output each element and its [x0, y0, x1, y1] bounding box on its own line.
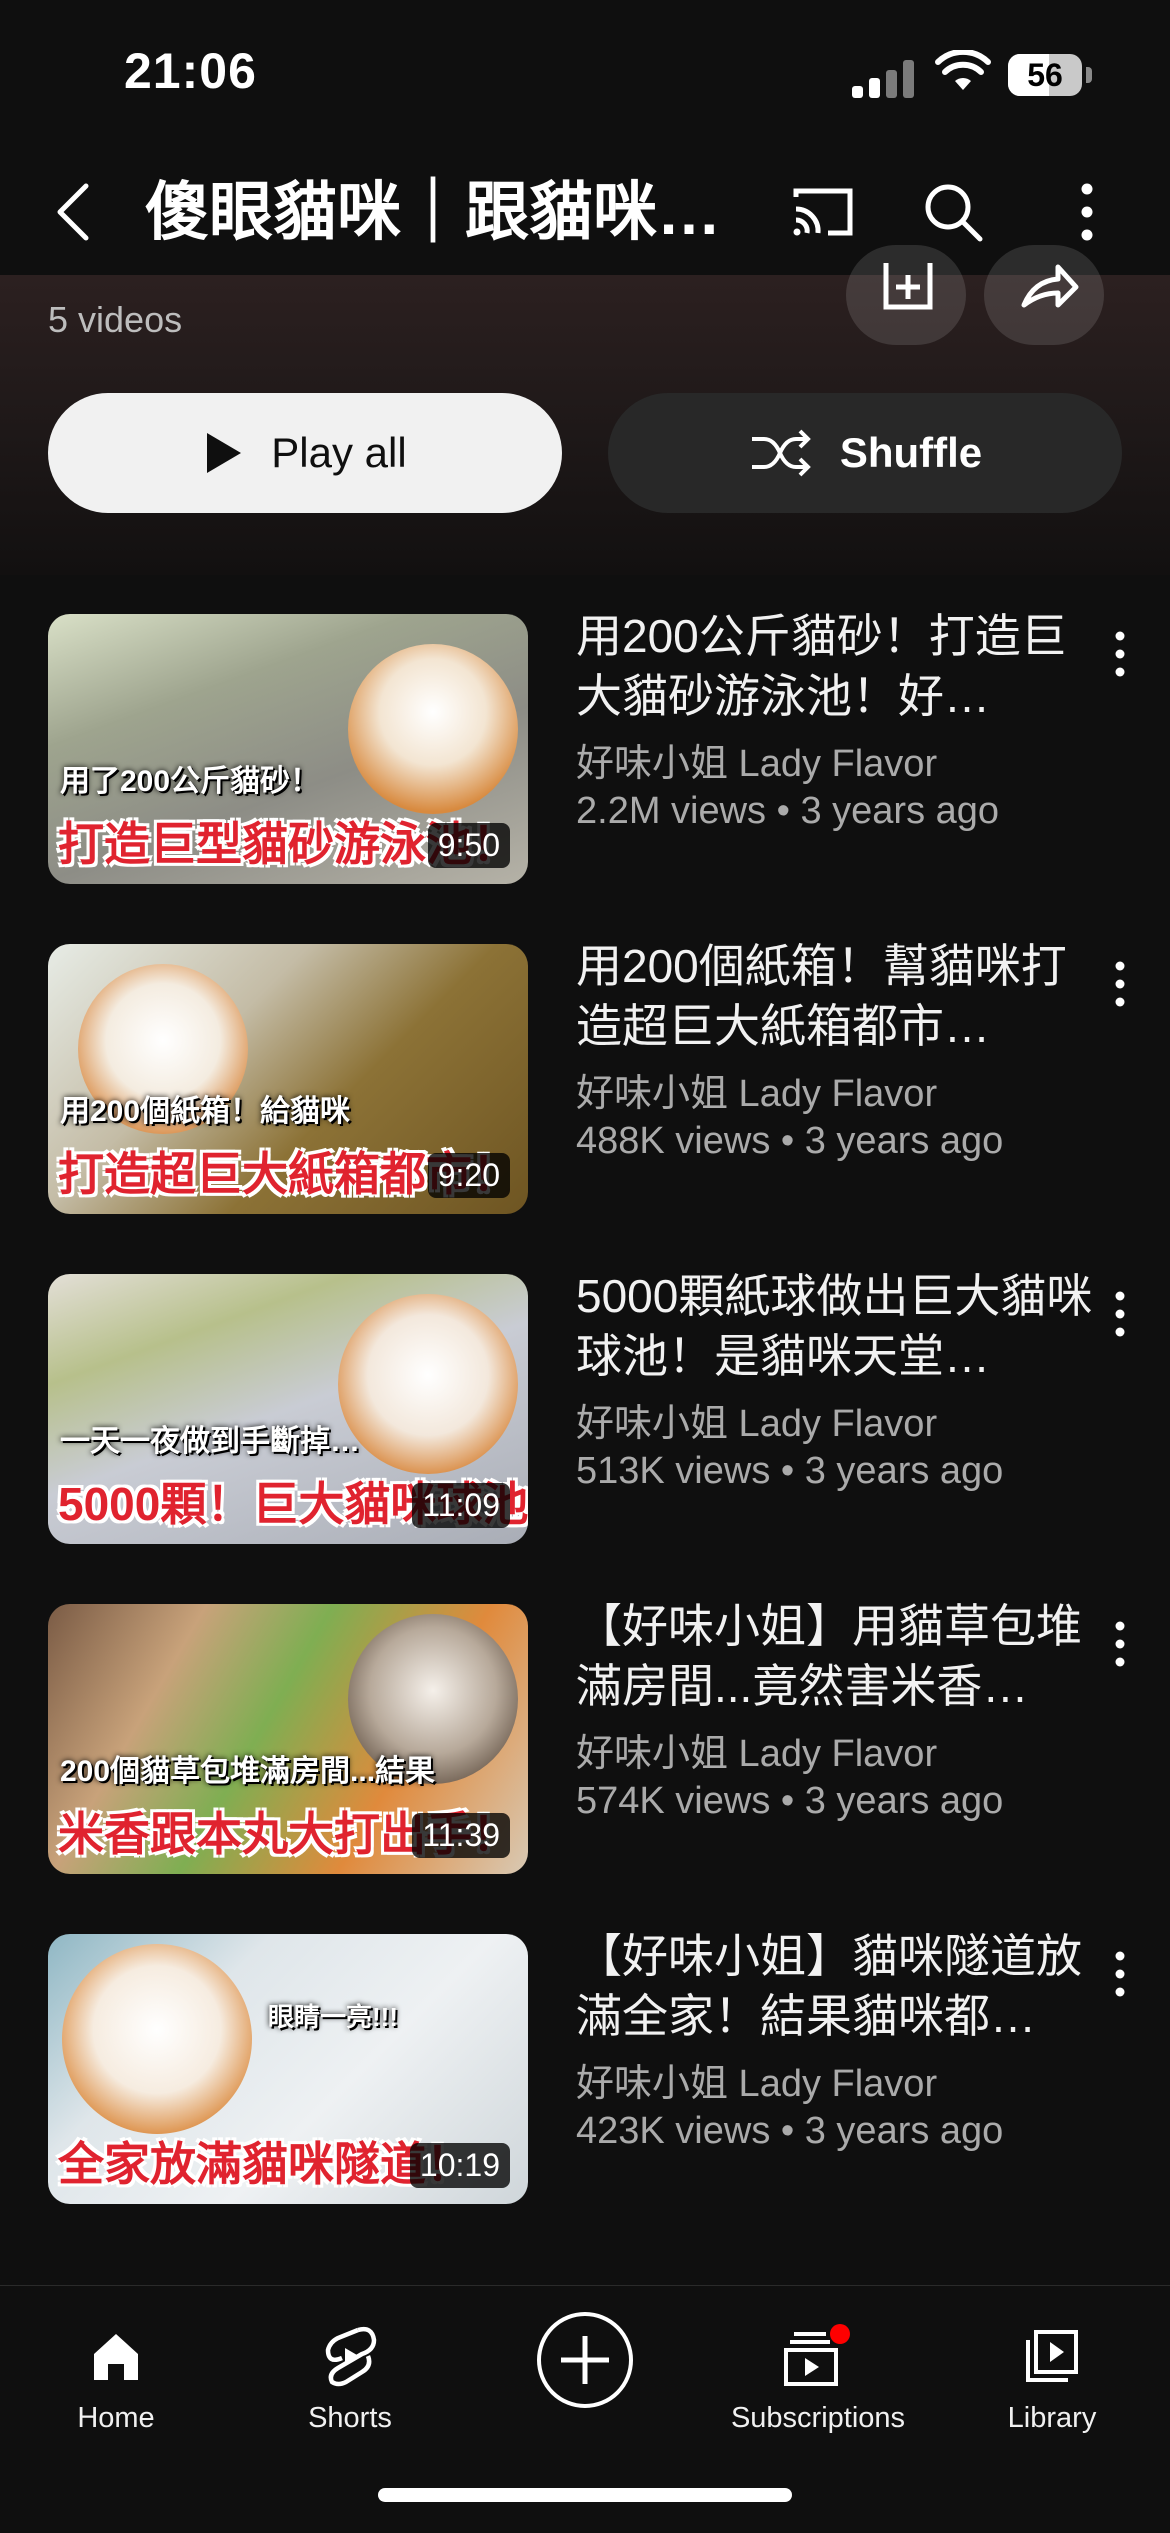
play-all-button[interactable]: Play all: [48, 393, 562, 513]
video-row[interactable]: 一天一夜做到手斷掉… 5000顆！巨大貓咪球池！ 11:09 5000顆紙球做出…: [0, 1270, 1170, 1544]
video-duration: 11:39: [412, 1813, 510, 1858]
thumbnail-caption-top: 一天一夜做到手斷掉…: [60, 1425, 360, 1458]
create-icon: [537, 2312, 633, 2408]
video-channel[interactable]: 好味小姐 Lady Flavor: [576, 1722, 937, 1777]
library-icon: [1026, 2330, 1078, 2382]
video-more-icon[interactable]: [1100, 1614, 1140, 1674]
nav-subscriptions-label: Subscriptions: [730, 2402, 906, 2434]
video-title[interactable]: 用200公斤貓砂！打造巨大貓砂游泳池！好…: [576, 606, 1096, 726]
video-row[interactable]: 眼睛一亮!!! 全家放滿貓咪隧道！ 10:19 【好味小姐】貓咪隧道放滿全家！結…: [0, 1930, 1170, 2204]
thumbnail-caption-top: 用了200公斤貓砂！: [60, 765, 321, 798]
video-meta: 513K views • 3 years ago: [576, 1450, 1004, 1492]
video-title[interactable]: 【好味小姐】貓咪隧道放滿全家！結果貓咪都…: [576, 1926, 1096, 2046]
video-duration: 11:09: [412, 1483, 510, 1528]
page-title: 傻眼貓咪｜跟貓咪…: [145, 176, 721, 248]
video-title[interactable]: 用200個紙箱！幫貓咪打造超巨大紙箱都市…: [576, 936, 1096, 1056]
more-options-icon[interactable]: [1050, 175, 1124, 249]
shorts-icon: [325, 2326, 377, 2387]
video-row[interactable]: 用了200公斤貓砂！ 打造巨型貓砂游泳池！ 9:50 用200公斤貓砂！打造巨大…: [0, 610, 1170, 884]
home-icon: [94, 2334, 138, 2380]
share-playlist-button[interactable]: [984, 245, 1104, 345]
video-duration: 9:50: [427, 823, 510, 868]
thumbnail-caption-top: 200個貓草包堆滿房間...結果: [60, 1755, 436, 1788]
video-count: 5 videos: [48, 299, 183, 340]
nav-home[interactable]: Home: [16, 2316, 216, 2435]
video-meta: 488K views • 3 years ago: [576, 1120, 1004, 1162]
nav-subscriptions[interactable]: Subscriptions: [718, 2316, 918, 2435]
video-channel[interactable]: 好味小姐 Lady Flavor: [576, 2052, 937, 2107]
video-thumbnail[interactable]: 200個貓草包堆滿房間...結果 米香跟本丸大打出手！ 11:39: [48, 1604, 528, 1874]
nav-shorts-label: Shorts: [308, 2402, 392, 2434]
video-channel[interactable]: 好味小姐 Lady Flavor: [576, 1062, 937, 1117]
video-more-icon[interactable]: [1100, 954, 1140, 1014]
notification-dot: [830, 2324, 850, 2344]
play-all-label: Play all: [271, 429, 407, 476]
nav-home-label: Home: [77, 2402, 155, 2434]
wifi-icon: [935, 50, 991, 90]
video-title[interactable]: 5000顆紙球做出巨大貓咪球池！是貓咪天堂…: [576, 1266, 1096, 1386]
add-to-library-icon: [883, 263, 933, 310]
playlist-header: 5 videos Play all Shuffle: [0, 245, 1170, 575]
cast-icon[interactable]: [786, 175, 860, 249]
save-playlist-button[interactable]: [846, 245, 966, 345]
thumbnail-caption-top: 眼睛一亮!!!: [268, 2002, 398, 2032]
nav-shorts[interactable]: Shorts: [250, 2316, 450, 2435]
video-channel[interactable]: 好味小姐 Lady Flavor: [576, 732, 937, 787]
video-title[interactable]: 【好味小姐】用貓草包堆滿房間...竟然害米香…: [576, 1596, 1096, 1716]
status-time: 21:06: [124, 43, 257, 99]
nav-library[interactable]: Library: [952, 2316, 1152, 2435]
shuffle-button[interactable]: Shuffle: [608, 393, 1122, 513]
shuffle-label: Shuffle: [839, 429, 983, 476]
video-thumbnail[interactable]: 眼睛一亮!!! 全家放滿貓咪隧道！ 10:19: [48, 1934, 528, 2204]
video-thumbnail[interactable]: 一天一夜做到手斷掉… 5000顆！巨大貓咪球池！ 11:09: [48, 1274, 528, 1544]
video-channel[interactable]: 好味小姐 Lady Flavor: [576, 1392, 937, 1447]
battery-tip: [1086, 67, 1092, 83]
video-thumbnail[interactable]: 用了200公斤貓砂！ 打造巨型貓砂游泳池！ 9:50: [48, 614, 528, 884]
battery-indicator: 56: [1008, 54, 1082, 96]
share-icon: [1021, 264, 1079, 308]
cellular-signal-icon: [852, 58, 916, 98]
thumbnail-caption-top: 用200個紙箱！給貓咪: [60, 1095, 351, 1128]
home-indicator[interactable]: [378, 2488, 792, 2502]
video-thumbnail[interactable]: 用200個紙箱！給貓咪 打造超巨大紙箱都市！ 9:20: [48, 944, 528, 1214]
video-meta: 2.2M views • 3 years ago: [576, 790, 1000, 832]
video-more-icon[interactable]: [1100, 1944, 1140, 2004]
video-row[interactable]: 用200個紙箱！給貓咪 打造超巨大紙箱都市！ 9:20 用200個紙箱！幫貓咪打…: [0, 940, 1170, 1214]
video-duration: 10:19: [409, 2143, 510, 2188]
subscriptions-icon: [784, 2324, 850, 2386]
video-duration: 9:20: [427, 1153, 510, 1198]
nav-library-label: Library: [1007, 2402, 1097, 2434]
video-meta: 423K views • 3 years ago: [576, 2110, 1004, 2152]
battery-level: 56: [1027, 57, 1063, 93]
shuffle-icon: [751, 429, 811, 477]
video-meta: 574K views • 3 years ago: [576, 1780, 1004, 1822]
search-icon[interactable]: [916, 175, 990, 249]
video-more-icon[interactable]: [1100, 1284, 1140, 1344]
nav-create[interactable]: [485, 2312, 685, 2410]
play-icon: [207, 433, 242, 473]
video-row[interactable]: 200個貓草包堆滿房間...結果 米香跟本丸大打出手！ 11:39 【好味小姐】…: [0, 1600, 1170, 1874]
back-arrow-icon[interactable]: [48, 180, 100, 244]
status-bar: 21:06 56: [0, 0, 1170, 150]
video-more-icon[interactable]: [1100, 624, 1140, 684]
